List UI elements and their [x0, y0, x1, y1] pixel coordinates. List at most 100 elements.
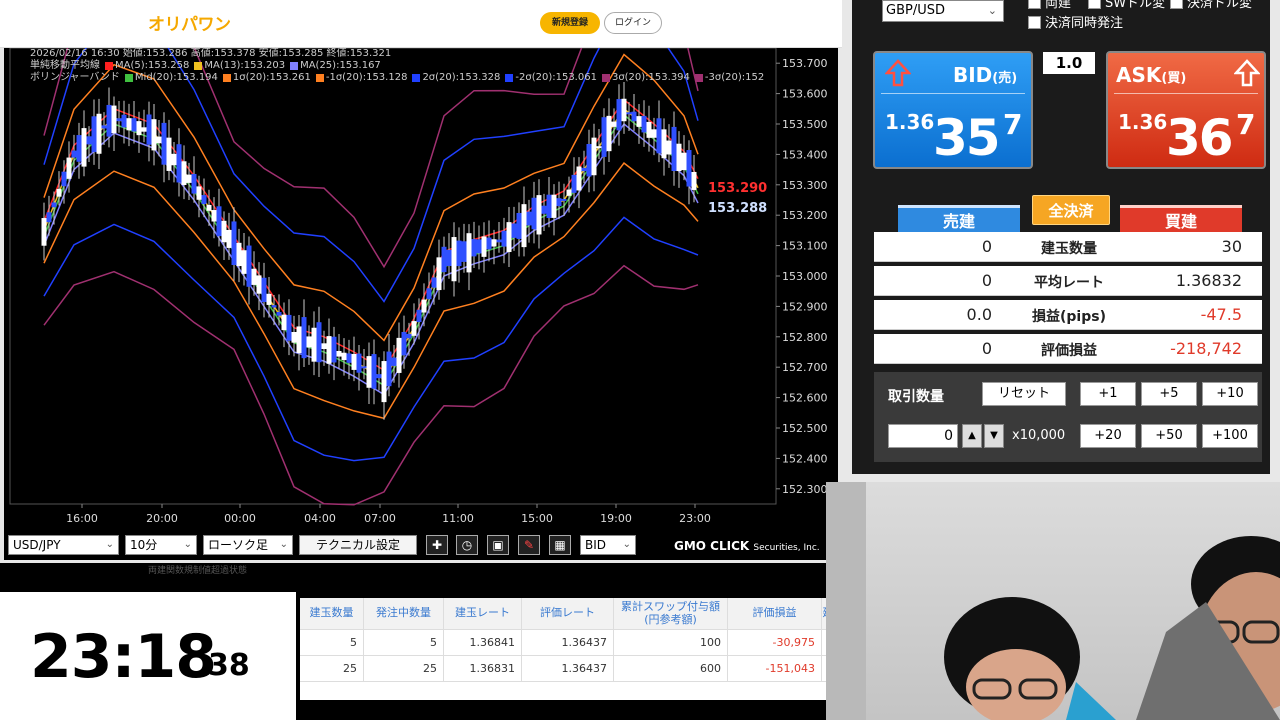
candle-body	[76, 135, 82, 162]
close-currency-checkbox[interactable]: 決済ドル変	[1170, 0, 1252, 11]
bid-label: BID	[953, 63, 993, 87]
register-button[interactable]: 新規登録	[540, 12, 600, 34]
candle-body	[221, 220, 227, 243]
simultaneous-order-label: 決済同時発注	[1045, 16, 1124, 31]
col-header[interactable]: 建玉レート	[444, 598, 522, 630]
candlestick-chart[interactable]: 153.700 153.600 153.500 153.400 153.300 153.2…	[4, 48, 838, 532]
trade-panel: GBP/USD ⌄ 両建 SWドル変 決済ドル変 決済同時発注 1.0 BID(売…	[852, 0, 1270, 474]
quantity-up-icon[interactable]: ▲	[962, 424, 982, 448]
candle-body	[511, 223, 517, 238]
col-header[interactable]: 建玉数量	[300, 598, 364, 630]
plus10-button[interactable]: +10	[1202, 382, 1258, 406]
candle-body	[591, 137, 597, 176]
ask-button[interactable]: ASK(買) 1.36 36 7	[1106, 51, 1266, 169]
table-cell: 100	[614, 630, 728, 656]
candle-body	[386, 351, 392, 387]
plus1-button[interactable]: +1	[1080, 382, 1136, 406]
trade-pair-select[interactable]: GBP/USD ⌄	[882, 0, 1004, 22]
candle-body	[306, 336, 312, 348]
buy-position-tab[interactable]: 買建	[1120, 205, 1242, 233]
technical-settings-button[interactable]: テクニカル設定	[299, 535, 417, 555]
candle-body	[171, 153, 177, 166]
gmo-logo-sub: Securities, Inc.	[753, 543, 820, 553]
quantity-block: 取引数量 リセット +1 +5 +10 0 ▲ ▼ x10,000 +20 +5…	[874, 372, 1262, 462]
col-header[interactable]: 発注中数量	[364, 598, 444, 630]
candle-body	[241, 250, 247, 274]
x-tick-label: 16:00	[66, 512, 98, 525]
candle-body	[471, 239, 477, 257]
candle-body	[216, 206, 222, 237]
candle-body	[616, 99, 622, 131]
y-tick-label: 153.600	[782, 88, 828, 101]
plus20-button[interactable]: +20	[1080, 424, 1136, 448]
checkbox-box[interactable]	[1088, 0, 1101, 9]
plus100-button[interactable]: +100	[1202, 424, 1258, 448]
candle-body	[546, 194, 552, 219]
login-button[interactable]: ログイン	[604, 12, 662, 34]
chart-type-select[interactable]: ローソク足 ⌄	[203, 535, 293, 555]
swap-checkbox[interactable]: SWドル変	[1088, 0, 1165, 11]
site-logo[interactable]: オリパワン	[148, 10, 231, 35]
clock-seconds: 38	[208, 648, 250, 683]
app-root: オリパワン 新規登録 ログイン 153.700 153.600 153.500 153…	[0, 0, 1280, 720]
checkbox-box[interactable]	[1028, 16, 1041, 29]
simultaneous-order-checkbox[interactable]: 決済同時発注	[1028, 12, 1123, 31]
trade-pair-value: GBP/USD	[886, 3, 945, 18]
last-price-label: 153.288	[708, 201, 767, 216]
table-cell: 5	[300, 630, 364, 656]
candle-body	[91, 116, 97, 153]
checkbox-box[interactable]	[1170, 0, 1183, 9]
reset-button[interactable]: リセット	[982, 382, 1066, 406]
divider	[1114, 93, 1258, 94]
candle-body	[631, 111, 637, 122]
chart-panel: 153.700 153.600 153.500 153.400 153.300 153.2…	[0, 48, 842, 563]
plus50-button[interactable]: +50	[1141, 424, 1197, 448]
candle-body	[56, 188, 62, 197]
candle-body	[206, 204, 212, 211]
hedge-checkbox[interactable]: 両建	[1028, 0, 1071, 11]
table-row[interactable]: 25 25 1.36831 1.36437 600 -151,043 0	[300, 656, 834, 682]
stat-row-unrealized-pl: 0 評価損益 -218,742	[874, 334, 1262, 364]
quantity-down-icon[interactable]: ▼	[984, 424, 1004, 448]
quantity-input[interactable]: 0	[888, 424, 958, 448]
x-tick-label: 04:00	[304, 512, 336, 525]
clock-icon[interactable]: ◷	[456, 535, 478, 555]
candle-body	[286, 314, 292, 341]
candle-body	[186, 174, 192, 183]
checkbox-box[interactable]	[1028, 0, 1041, 9]
ohlc-info: 2026/02/16 16:30 始値:153.286 高値:153.378 安…	[30, 48, 392, 59]
candle-body	[101, 125, 107, 129]
pen-icon[interactable]: ✎	[518, 535, 540, 555]
comment-icon[interactable]: ▣	[487, 535, 509, 555]
candle-body	[431, 277, 437, 288]
x-tick-label: 11:00	[442, 512, 474, 525]
stat-buy-value: -47.5	[1200, 305, 1242, 324]
bid-button[interactable]: BID(売) 1.36 35 7	[873, 51, 1033, 169]
col-header[interactable]: 評価損益	[728, 598, 822, 630]
crosshair-icon[interactable]: ✚	[426, 535, 448, 555]
table-cell: 25	[364, 656, 444, 682]
col-header[interactable]: 評価レート	[522, 598, 614, 630]
interval-select[interactable]: 10分 ⌄	[125, 535, 197, 555]
plus5-button[interactable]: +5	[1141, 382, 1197, 406]
candle-body	[416, 309, 422, 323]
ma5-value: MA(5):153.258	[115, 60, 190, 71]
stat-buy-value: -218,742	[1170, 339, 1242, 358]
sell-position-tab[interactable]: 売建	[898, 205, 1020, 233]
table-cell: 600	[614, 656, 728, 682]
gmo-logo: GMO CLICK Securities, Inc.	[674, 539, 820, 553]
candle-body	[351, 353, 357, 370]
side-select[interactable]: BID ⌄	[580, 535, 636, 555]
y-tick-label: 153.000	[782, 270, 828, 283]
candle-body	[626, 112, 632, 115]
candle-body	[486, 237, 492, 250]
table-row[interactable]: 5 5 1.36841 1.36437 100 -30,975 0	[300, 630, 834, 656]
pair-select[interactable]: USD/JPY ⌄	[8, 535, 119, 555]
candle-body	[371, 354, 377, 389]
stat-row-avg-rate: 0 平均レート 1.36832	[874, 266, 1262, 296]
webcam-people	[944, 536, 1280, 720]
image-icon[interactable]: ▦	[549, 535, 571, 555]
close-all-button[interactable]: 全決済	[1032, 195, 1110, 225]
candle-body	[556, 198, 562, 207]
col-header-swap[interactable]: 累計スワップ付与額 (円参考額)	[614, 598, 728, 630]
